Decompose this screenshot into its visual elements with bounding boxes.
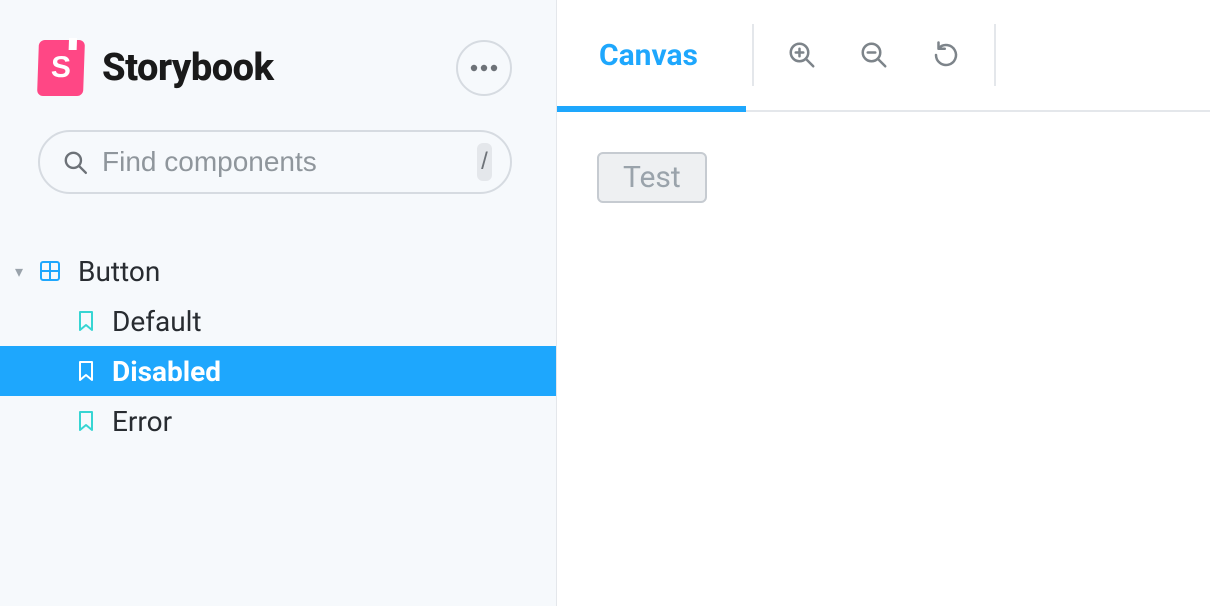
zoom-in-icon xyxy=(787,40,817,70)
tree-story-disabled[interactable]: Disabled xyxy=(0,346,556,396)
toolbar-divider xyxy=(994,24,996,86)
bookmark-icon xyxy=(76,309,96,333)
caret-down-icon: ▾ xyxy=(10,262,28,281)
storybook-logo-letter: S xyxy=(50,53,71,83)
tree-story-label: Default xyxy=(112,305,202,338)
component-icon xyxy=(38,259,62,283)
bookmark-icon xyxy=(76,359,96,383)
sidebar: S Storybook / ▾ xyxy=(0,0,556,606)
search-icon xyxy=(62,149,88,175)
search-input[interactable] xyxy=(88,146,477,178)
zoom-out-icon xyxy=(859,40,889,70)
demo-button-disabled: Test xyxy=(597,152,707,203)
preview-panel: Canvas Test xyxy=(556,0,1210,606)
tree-component-button[interactable]: ▾ Button xyxy=(0,246,556,296)
tree-story-default[interactable]: Default xyxy=(0,296,556,346)
zoom-out-button[interactable] xyxy=(838,0,910,110)
toolbar-divider xyxy=(752,24,754,86)
tree-component-label: Button xyxy=(78,255,160,288)
tab-canvas[interactable]: Canvas xyxy=(557,0,740,110)
canvas-area: Test xyxy=(557,112,1210,606)
search-field[interactable]: / xyxy=(38,130,512,194)
preview-toolbar: Canvas xyxy=(557,0,1210,112)
brand-title: Storybook xyxy=(102,46,274,90)
brand: S Storybook xyxy=(38,40,274,96)
sidebar-header: S Storybook xyxy=(0,0,556,96)
story-tree: ▾ Button Default Disabled Error xyxy=(0,194,556,446)
search-shortcut-key: / xyxy=(477,143,492,181)
tree-story-error[interactable]: Error xyxy=(0,396,556,446)
tree-story-label: Error xyxy=(112,405,172,438)
ellipsis-icon xyxy=(470,64,498,72)
storybook-logo-icon: S xyxy=(37,40,85,96)
search-wrap: / xyxy=(0,96,556,194)
reset-icon xyxy=(931,40,961,70)
zoom-reset-button[interactable] xyxy=(910,0,982,110)
zoom-in-button[interactable] xyxy=(766,0,838,110)
tree-story-label: Disabled xyxy=(112,355,221,388)
bookmark-icon xyxy=(76,409,96,433)
toolbar-spacer xyxy=(1008,0,1210,110)
sidebar-menu-button[interactable] xyxy=(456,40,512,96)
tab-canvas-label: Canvas xyxy=(599,38,698,73)
